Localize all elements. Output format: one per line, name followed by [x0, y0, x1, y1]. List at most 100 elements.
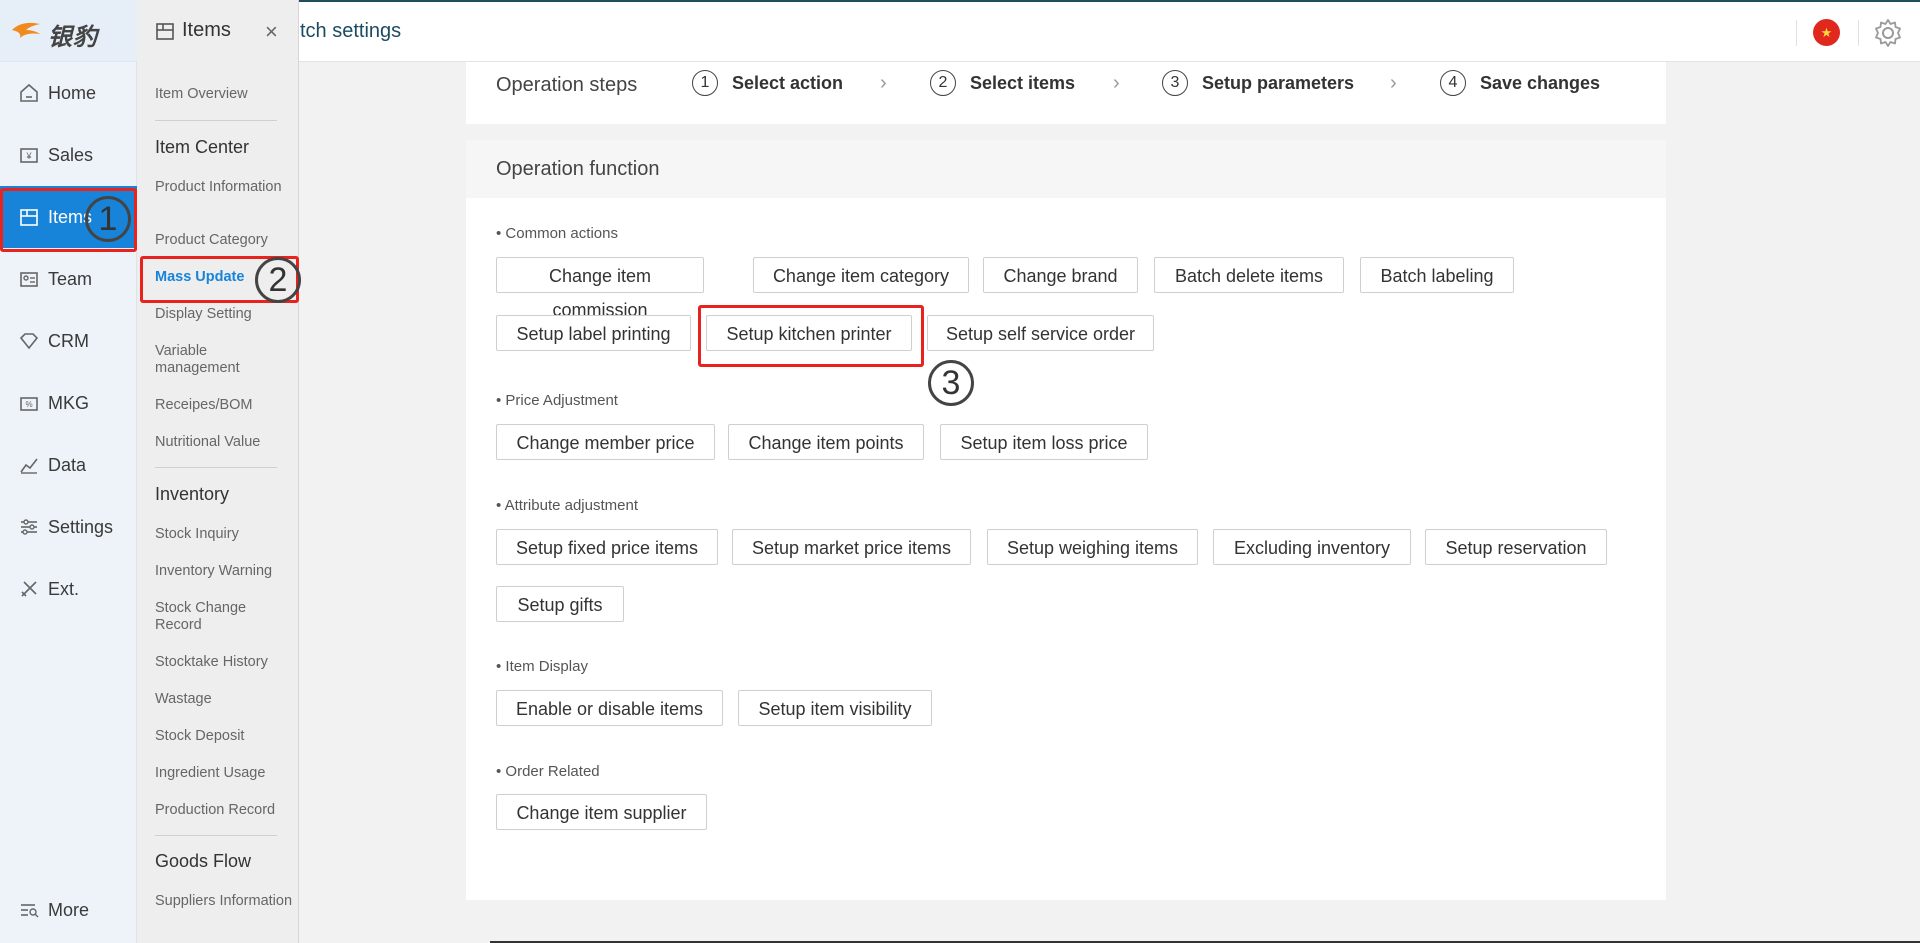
setup-reservation-button[interactable]: Setup reservation	[1425, 529, 1607, 565]
sidebar-item-label: Sales	[48, 144, 94, 165]
svg-text:%: %	[25, 400, 32, 409]
submenu-link-stocktake-history[interactable]: Stocktake History	[155, 654, 293, 671]
batch-labeling-button[interactable]: Batch labeling	[1360, 257, 1514, 293]
setup-market-price-items-button[interactable]: Setup market price items	[732, 529, 971, 565]
sales-icon: ¥	[20, 148, 38, 163]
operation-function-title: Operation function	[496, 158, 660, 180]
items-submenu: Items × Item Overview Item Center Produc…	[137, 0, 299, 943]
step-select-action: 1 Select action	[692, 70, 843, 96]
step-number: 4	[1440, 70, 1466, 96]
step-label: Select action	[732, 72, 844, 93]
logo-icon	[12, 22, 40, 38]
submenu-link-ingredient-usage[interactable]: Ingredient Usage	[155, 765, 293, 782]
change-item-points-button[interactable]: Change item points	[728, 424, 924, 460]
page-title: tch settings	[300, 20, 402, 42]
step-number: 1	[692, 70, 718, 96]
step-number: 3	[1162, 70, 1188, 96]
step-label: Save changes	[1480, 72, 1601, 93]
sidebar-item-label: Team	[48, 268, 93, 289]
team-icon	[20, 272, 38, 287]
submenu-link-variable-management[interactable]: Variable management	[155, 343, 293, 377]
excluding-inventory-button[interactable]: Excluding inventory	[1213, 529, 1411, 565]
svg-text:¥: ¥	[25, 151, 32, 161]
sidebar-item-mkg[interactable]: % MKG	[0, 372, 137, 434]
submenu-section-title: Goods Flow	[155, 851, 252, 871]
submenu-link-nutritional-value[interactable]: Nutritional Value	[155, 434, 293, 451]
operation-function-card: Operation function • Common actions Chan…	[466, 140, 1666, 900]
logo[interactable]: 银豹	[0, 0, 137, 62]
step-label: Select items	[970, 72, 1076, 93]
submenu-link-item-overview[interactable]: Item Overview	[155, 86, 293, 103]
step-select-items: 2 Select items	[930, 70, 1075, 96]
submenu-link-product-information[interactable]: Product Information	[155, 179, 293, 196]
setup-label-printing-button[interactable]: Setup label printing	[496, 315, 691, 351]
sidebar-item-label: MKG	[48, 392, 90, 413]
settings-icon	[21, 519, 37, 535]
divider	[155, 835, 277, 836]
divider	[1796, 20, 1797, 46]
crm-icon	[19, 333, 39, 350]
sidebar-item-sales[interactable]: ¥ Sales	[0, 124, 137, 186]
submenu-link-stock-change-record[interactable]: Stock Change Record	[155, 600, 293, 634]
submenu-section-title: Item Center	[155, 137, 250, 157]
sidebar-item-settings[interactable]: Settings	[0, 496, 137, 558]
step-save-changes: 4 Save changes	[1440, 70, 1600, 96]
submenu-header: Items ×	[137, 0, 299, 62]
setup-gifts-button[interactable]: Setup gifts	[496, 586, 624, 622]
data-icon	[20, 458, 38, 474]
submenu-link-wastage[interactable]: Wastage	[155, 691, 293, 708]
close-icon[interactable]: ×	[265, 20, 278, 44]
step-badge-3: 3	[928, 360, 974, 406]
divider	[155, 467, 277, 468]
sidebar-item-ext[interactable]: Ext.	[0, 558, 137, 620]
group-label-order-related: • Order Related	[496, 763, 600, 780]
submenu-link-stock-inquiry[interactable]: Stock Inquiry	[155, 526, 293, 543]
step-badge-1: 1	[85, 196, 131, 242]
chevron-right-icon: ›	[1390, 72, 1397, 94]
operation-steps-label: Operation steps	[496, 74, 638, 96]
submenu-section-title: Inventory	[155, 484, 230, 504]
submenu-link-display-setting[interactable]: Display Setting	[155, 306, 293, 323]
items-icon	[156, 23, 174, 40]
step-label: Setup parameters	[1202, 72, 1355, 93]
submenu-link-product-category[interactable]: Product Category	[155, 232, 293, 249]
change-item-supplier-button[interactable]: Change item supplier	[496, 794, 707, 830]
group-label-attribute-adjustment: • Attribute adjustment	[496, 497, 638, 514]
setup-weighing-items-button[interactable]: Setup weighing items	[987, 529, 1198, 565]
setup-fixed-price-items-button[interactable]: Setup fixed price items	[496, 529, 718, 565]
sidebar-item-more[interactable]: More	[0, 879, 137, 941]
logo-text: 银豹	[48, 24, 98, 51]
sidebar-item-home[interactable]: Home	[0, 62, 137, 124]
change-member-price-button[interactable]: Change member price	[496, 424, 715, 460]
language-flag-icon[interactable]: ★	[1813, 19, 1840, 46]
divider	[155, 120, 277, 121]
sidebar-item-label: Ext.	[48, 578, 80, 599]
sidebar-item-label: More	[48, 899, 90, 920]
setup-item-visibility-button[interactable]: Setup item visibility	[738, 690, 932, 726]
divider	[1858, 20, 1859, 46]
home-icon	[20, 83, 38, 102]
sidebar-item-label: Settings	[48, 516, 114, 537]
batch-delete-items-button[interactable]: Batch delete items	[1154, 257, 1344, 293]
setup-item-loss-price-button[interactable]: Setup item loss price	[940, 424, 1148, 460]
submenu-link-suppliers-information[interactable]: Suppliers Information	[155, 893, 293, 910]
submenu-link-receipes-bom[interactable]: Receipes/BOM	[155, 397, 293, 414]
sidebar-item-label: Data	[48, 454, 87, 475]
enable-or-disable-items-button[interactable]: Enable or disable items	[496, 690, 723, 726]
sidebar-item-data[interactable]: Data	[0, 434, 137, 496]
sidebar-item-crm[interactable]: CRM	[0, 310, 137, 372]
sidebar-item-team[interactable]: Team	[0, 248, 137, 310]
setup-kitchen-printer-button[interactable]: Setup kitchen printer	[706, 315, 912, 351]
group-label-item-display: • Item Display	[496, 658, 588, 675]
setup-self-service-order-button[interactable]: Setup self service order	[927, 315, 1154, 351]
submenu-link-inventory-warning[interactable]: Inventory Warning	[155, 563, 293, 580]
submenu-link-production-record[interactable]: Production Record	[155, 802, 293, 819]
more-icon	[21, 904, 39, 918]
submenu-link-stock-deposit[interactable]: Stock Deposit	[155, 728, 293, 745]
change-item-commission-button[interactable]: Change item commission	[496, 257, 704, 320]
change-item-category-button[interactable]: Change item category	[753, 257, 969, 293]
gear-icon[interactable]	[1872, 17, 1904, 49]
change-brand-button[interactable]: Change brand	[983, 257, 1138, 293]
group-label-price-adjustment: • Price Adjustment	[496, 392, 618, 409]
submenu-title: Items	[182, 19, 231, 41]
